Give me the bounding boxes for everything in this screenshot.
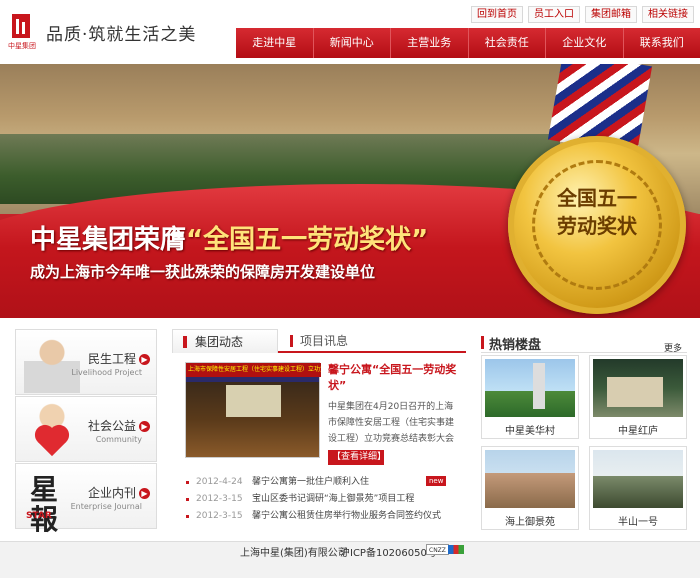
medal-text-line1: 全国五一 <box>557 186 637 210</box>
tab-group-news[interactable]: 集团动态 <box>172 329 278 353</box>
nav-item-news[interactable]: 新闻中心 <box>312 28 390 58</box>
property-name: 中星红庐 <box>618 426 658 437</box>
property-photo <box>485 450 575 508</box>
bullet-icon <box>186 515 189 518</box>
bullet-icon <box>186 481 189 484</box>
logo-mark-icon <box>12 14 30 38</box>
news-title[interactable]: 馨宁公寓公租赁住房举行物业服务合同签约仪式 <box>252 508 441 525</box>
journal-logo: 星報 STAR <box>24 469 80 535</box>
toplink-staff[interactable]: 员工入口 <box>528 6 580 23</box>
card-title-text: 民生工程 <box>87 352 136 366</box>
property-photo <box>593 359 683 417</box>
main-nav: 走进中星 新闻中心 主营业务 社会责任 企业文化 联系我们 <box>236 28 700 58</box>
news-summary: 中星集团在4月20日召开的上海市保障性安居工程（住宅实事建设工程）立功竞赛总结表… <box>328 402 455 444</box>
bullet-icon <box>186 498 189 501</box>
brand-slogan: 品质·筑就生活之美 <box>46 25 197 45</box>
banner-headline-prefix: 中星集团荣膺 <box>30 225 187 255</box>
arrow-right-icon: ▶ <box>139 354 150 365</box>
company-logo[interactable]: 中星集团 <box>8 14 36 52</box>
heart-icon <box>37 427 67 457</box>
new-badge: new <box>426 476 447 486</box>
news-tabs: 集团动态 项目讯息 <box>172 329 466 353</box>
arrow-right-icon: ▶ <box>139 488 150 499</box>
header: 中星集团 品质·筑就生活之美 回到首页 员工入口 集团邮箱 相关链接 走进中星 … <box>0 0 700 64</box>
card-livelihood[interactable]: 民生工程 ▶ Livelihood Project <box>15 329 157 395</box>
property-name: 海上御景苑 <box>505 517 555 528</box>
nav-item-culture[interactable]: 企业文化 <box>545 28 623 58</box>
property-card[interactable]: 中星红庐 <box>589 355 687 439</box>
property-card[interactable]: 半山一号 <box>589 446 687 530</box>
news-date: 2012-4-24 <box>196 477 243 487</box>
news-list: 2012-4-24 馨宁公寓第一批住户顺利入住 new 2012-3-15 宝山… <box>186 474 466 525</box>
card-journal[interactable]: 星報 STAR 企业内刊 ▶ Enterprise Journal <box>15 463 157 535</box>
property-photo <box>485 359 575 417</box>
toplink-links[interactable]: 相关链接 <box>642 6 694 23</box>
news-title[interactable]: 馨宁公寓第一批住户顺利入住 <box>252 474 369 491</box>
card-title-text: 社会公益 <box>87 419 136 433</box>
card-title: 社会公益 ▶ <box>88 417 150 434</box>
toplink-home[interactable]: 回到首页 <box>471 6 523 23</box>
footer-copyright: 上海中星(集团)有限公司 <box>240 548 348 559</box>
family-photo <box>24 335 80 393</box>
property-photo <box>593 450 683 508</box>
hero-banner[interactable]: 中星集团荣膺“全国五一劳动奖状” 成为上海市今年唯一获此殊荣的保障房开发建设单位… <box>0 64 700 318</box>
list-item[interactable]: 2012-3-15 宝山区委书记调研“海上御景苑”项目工程 <box>186 491 466 508</box>
card-community[interactable]: 社会公益 ▶ Community <box>15 396 157 462</box>
banner-headline-quote: “全国五一劳动奖状” <box>186 225 429 255</box>
property-name: 中星美华村 <box>505 426 555 437</box>
top-links: 回到首页 员工入口 集团邮箱 相关链接 <box>471 6 694 23</box>
property-card[interactable]: 中星美华村 <box>481 355 579 439</box>
logo-caption: 中星集团 <box>8 42 36 50</box>
cnzz-badge[interactable]: CNZZ <box>426 544 449 555</box>
nav-item-about[interactable]: 走进中星 <box>236 28 313 58</box>
news-photo-banner: 上海市保障性安居工程（住宅实事建设工程）立功竞赛总结表彰大会 <box>186 363 321 377</box>
list-item[interactable]: 2012-4-24 馨宁公寓第一批住户顺利入住 new <box>186 474 466 491</box>
gold-medal-icon: 全国五一 劳动奖状 <box>508 136 686 314</box>
banner-subline: 成为上海市今年唯一获此殊荣的保障房开发建设单位 <box>30 263 376 281</box>
news-more-button[interactable]: 【查看详细】 <box>328 450 386 465</box>
card-subtitle: Enterprise Journal <box>70 502 142 511</box>
news-date: 2012-3-15 <box>196 494 243 504</box>
news-photo-screen <box>226 385 281 417</box>
list-item[interactable]: 2012-3-15 馨宁公寓公租赁住房举行物业服务合同签约仪式 <box>186 508 466 525</box>
news-photo[interactable]: 上海市保障性安居工程（住宅实事建设工程）立功竞赛总结表彰大会 <box>185 362 321 458</box>
divider <box>481 352 687 353</box>
card-subtitle: Community <box>95 435 142 444</box>
medal-text-line2: 劳动奖状 <box>557 214 637 238</box>
news-headline[interactable]: 馨宁公寓“全国五一劳动奖状” <box>328 362 460 394</box>
card-title-text: 企业内刊 <box>87 486 136 500</box>
nav-item-responsibility[interactable]: 社会责任 <box>467 28 545 58</box>
nav-item-business[interactable]: 主营业务 <box>390 28 468 58</box>
card-subtitle: Livelihood Project <box>71 368 142 377</box>
nav-item-contact[interactable]: 联系我们 <box>622 28 700 58</box>
footer-icp[interactable]: 沪ICP备10206050号 <box>340 544 437 559</box>
banner-headline: 中星集团荣膺“全国五一劳动奖状” <box>30 219 428 256</box>
card-title: 民生工程 ▶ <box>88 350 150 367</box>
journal-star-text: STAR <box>26 511 52 521</box>
property-name: 半山一号 <box>618 517 658 528</box>
card-title: 企业内刊 ▶ <box>88 484 150 501</box>
medal-text: 全国五一 劳动奖状 <box>508 184 686 240</box>
toplink-mail[interactable]: 集团邮箱 <box>585 6 637 23</box>
child-heart-photo <box>24 402 80 460</box>
hot-properties-title: 热销楼盘 <box>481 334 541 353</box>
arrow-right-icon: ▶ <box>139 421 150 432</box>
tab-project-news[interactable]: 项目讯息 <box>288 329 348 353</box>
news-date: 2012-3-15 <box>196 511 243 521</box>
property-card[interactable]: 海上御景苑 <box>481 446 579 530</box>
news-title[interactable]: 宝山区委书记调研“海上御景苑”项目工程 <box>252 491 414 508</box>
cnzz-stats-icon <box>448 545 464 554</box>
